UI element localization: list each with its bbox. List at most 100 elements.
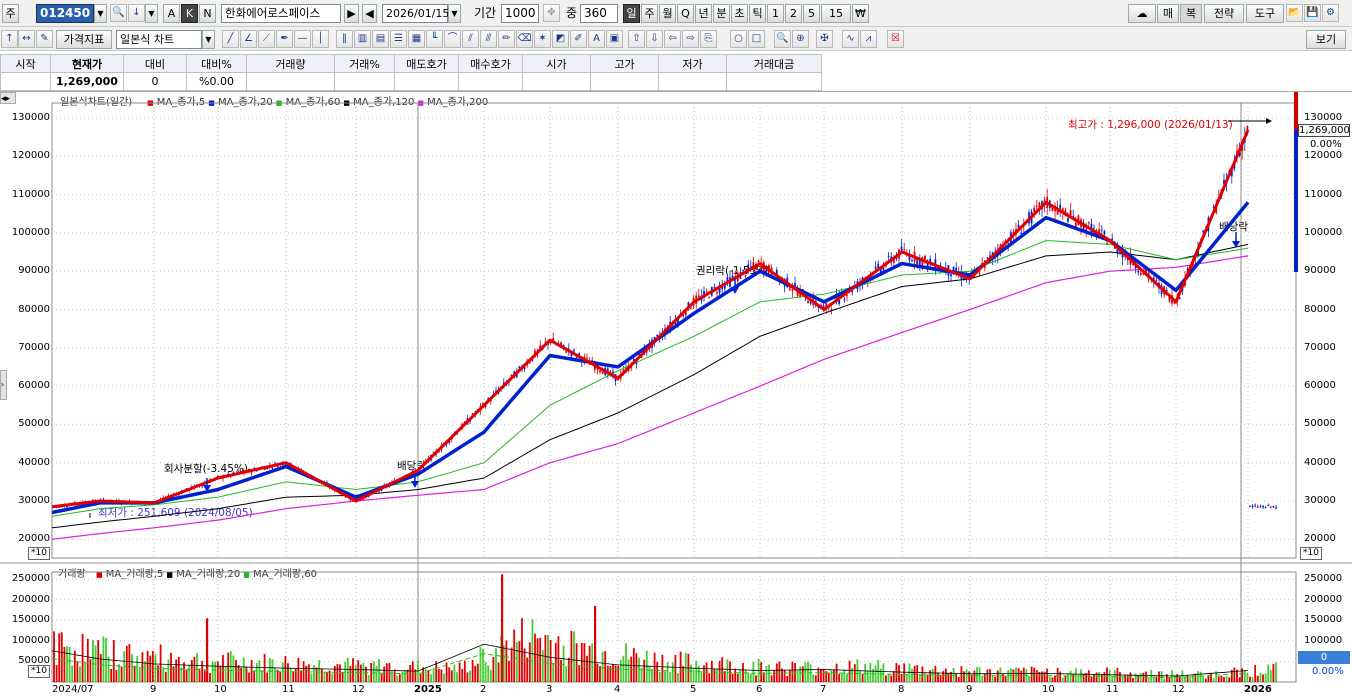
candle-body <box>1254 505 1257 507</box>
price-volume-chart[interactable] <box>0 0 1352 698</box>
candle-body <box>986 257 989 259</box>
volume-bar <box>547 634 549 682</box>
volume-bar <box>822 669 825 682</box>
volume-bar <box>669 671 672 682</box>
volume-bar <box>885 675 887 682</box>
volume-bar <box>81 633 84 682</box>
volume-bar <box>1191 674 1194 682</box>
candle-body <box>950 274 952 277</box>
volume-bar <box>939 674 942 682</box>
volume-bar <box>614 665 617 682</box>
volume-bar <box>248 672 250 682</box>
volume-bar <box>726 659 729 682</box>
volume-bar <box>690 664 692 682</box>
volume-bar <box>1022 667 1025 682</box>
candle-body <box>747 264 750 269</box>
volume-bar <box>237 665 240 682</box>
volume-bar <box>677 673 679 682</box>
candle-body <box>877 263 880 268</box>
volume-bar <box>443 673 445 682</box>
volume-bar <box>1163 678 1166 682</box>
volume-bar <box>159 644 162 682</box>
volume-bar <box>1028 676 1030 682</box>
volume-bar <box>448 667 451 682</box>
candle-body <box>708 297 711 299</box>
volume-bar <box>703 665 705 682</box>
volume-bar <box>898 665 900 682</box>
volume-bar <box>575 643 578 682</box>
volume-bar <box>864 663 867 682</box>
volume-bar <box>731 673 734 682</box>
volume-bar <box>1093 674 1095 682</box>
volume-bar <box>1067 673 1069 682</box>
volume-bar <box>112 639 115 682</box>
volume-bar <box>1275 662 1277 682</box>
candle-body <box>1155 279 1158 281</box>
volume-bar <box>573 631 575 682</box>
volume-bar <box>996 670 999 682</box>
volume-bar <box>921 666 924 682</box>
volume-bar <box>643 659 646 682</box>
volume-bar <box>679 651 682 682</box>
volume-bar <box>1259 672 1262 682</box>
volume-bar <box>838 673 841 682</box>
volume-bar <box>224 665 227 682</box>
candle-body <box>697 295 700 297</box>
candle-body <box>271 467 274 469</box>
volume-bar <box>450 670 453 682</box>
volume-bar <box>716 668 718 682</box>
volume-bar <box>596 663 599 682</box>
volume-bar <box>656 661 659 682</box>
volume-bar <box>531 619 534 682</box>
candles <box>53 125 1277 510</box>
volume-bar <box>146 650 149 682</box>
volume-bar <box>398 674 401 682</box>
candle-body <box>586 357 588 359</box>
volume-bar <box>385 663 388 682</box>
volume-bar <box>539 637 542 682</box>
volume-bar <box>1254 664 1257 682</box>
volume-bar <box>1251 677 1254 682</box>
volume-bar <box>1132 678 1134 682</box>
volume-bar <box>1113 670 1116 682</box>
volume-bar <box>279 671 282 682</box>
volume-bar <box>721 657 724 682</box>
volume-bar <box>580 642 583 682</box>
volume-bar <box>193 656 196 682</box>
volume-bar <box>934 665 937 682</box>
volume-bar <box>861 673 864 682</box>
volume-bar <box>635 653 638 682</box>
volume-bar <box>557 636 560 682</box>
volume-bar <box>1072 673 1075 682</box>
candle-body <box>1035 206 1038 208</box>
volume-bar <box>1124 675 1127 682</box>
volume-bar <box>463 660 466 682</box>
volume-bar <box>1152 677 1155 682</box>
candle-body <box>846 295 848 297</box>
volume-bar <box>89 659 92 682</box>
volume-bar <box>983 673 986 682</box>
volume-bar <box>427 669 430 682</box>
volume-bar <box>1238 677 1241 682</box>
volume-bar <box>648 665 651 682</box>
volume-bar <box>409 665 412 682</box>
volume-bar <box>804 662 807 682</box>
volume-bar <box>138 667 141 682</box>
volume-bar <box>92 639 94 682</box>
volume-bar <box>960 666 963 682</box>
volume-bar <box>222 654 224 682</box>
volume-bar <box>505 640 508 682</box>
volume-bar <box>1054 675 1056 682</box>
volume-bar <box>913 665 916 682</box>
volume-bar <box>588 645 591 682</box>
volume-bar <box>1048 676 1051 682</box>
volume-bar <box>1246 673 1249 682</box>
volume-bar <box>97 640 100 682</box>
volume-bar <box>807 661 809 682</box>
volume-bar <box>518 641 521 682</box>
candle-body <box>794 283 796 286</box>
volume-bar <box>1223 677 1225 682</box>
volume-bar <box>365 666 367 682</box>
volume-bar <box>729 661 731 682</box>
volume-bar <box>281 662 284 682</box>
